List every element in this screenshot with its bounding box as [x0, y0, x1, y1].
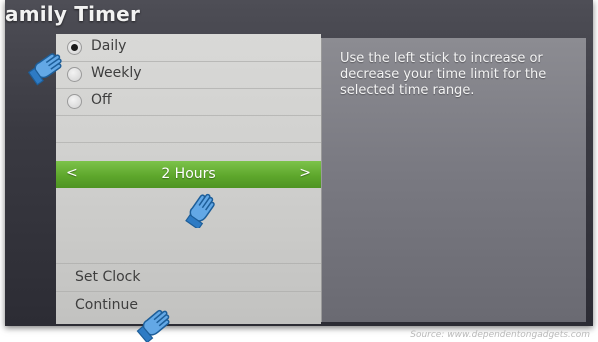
pointing-hand-icon — [185, 193, 215, 228]
option-label: Weekly — [91, 65, 142, 81]
chevron-right-icon[interactable]: > — [299, 165, 311, 181]
pointing-hand-icon — [136, 309, 170, 342]
continue-button[interactable]: Continue — [56, 291, 321, 320]
time-limit-value: 2 Hours — [161, 166, 216, 182]
option-daily[interactable]: Daily — [56, 34, 321, 62]
radio-icon[interactable] — [67, 94, 82, 109]
help-panel: Use the left stick to increase or decrea… — [321, 38, 586, 322]
tv-screen: amily Timer Daily Weekly Off Use the lef… — [5, 0, 593, 326]
set-clock-button[interactable]: Set Clock — [56, 263, 321, 292]
page-title: amily Timer — [5, 2, 141, 26]
time-limit-selector[interactable]: < 2 Hours > — [56, 161, 321, 188]
pointing-hand-icon — [27, 53, 62, 86]
continue-label: Continue — [75, 297, 138, 313]
option-label: Off — [91, 92, 112, 108]
source-credit: Source: www.dependentongadgets.com — [410, 330, 590, 340]
option-off[interactable]: Off — [56, 88, 321, 116]
set-clock-label: Set Clock — [75, 269, 141, 285]
option-label: Daily — [91, 38, 127, 54]
empty-row — [56, 115, 321, 143]
help-text: Use the left stick to increase or decrea… — [340, 51, 547, 98]
option-weekly[interactable]: Weekly — [56, 61, 321, 89]
